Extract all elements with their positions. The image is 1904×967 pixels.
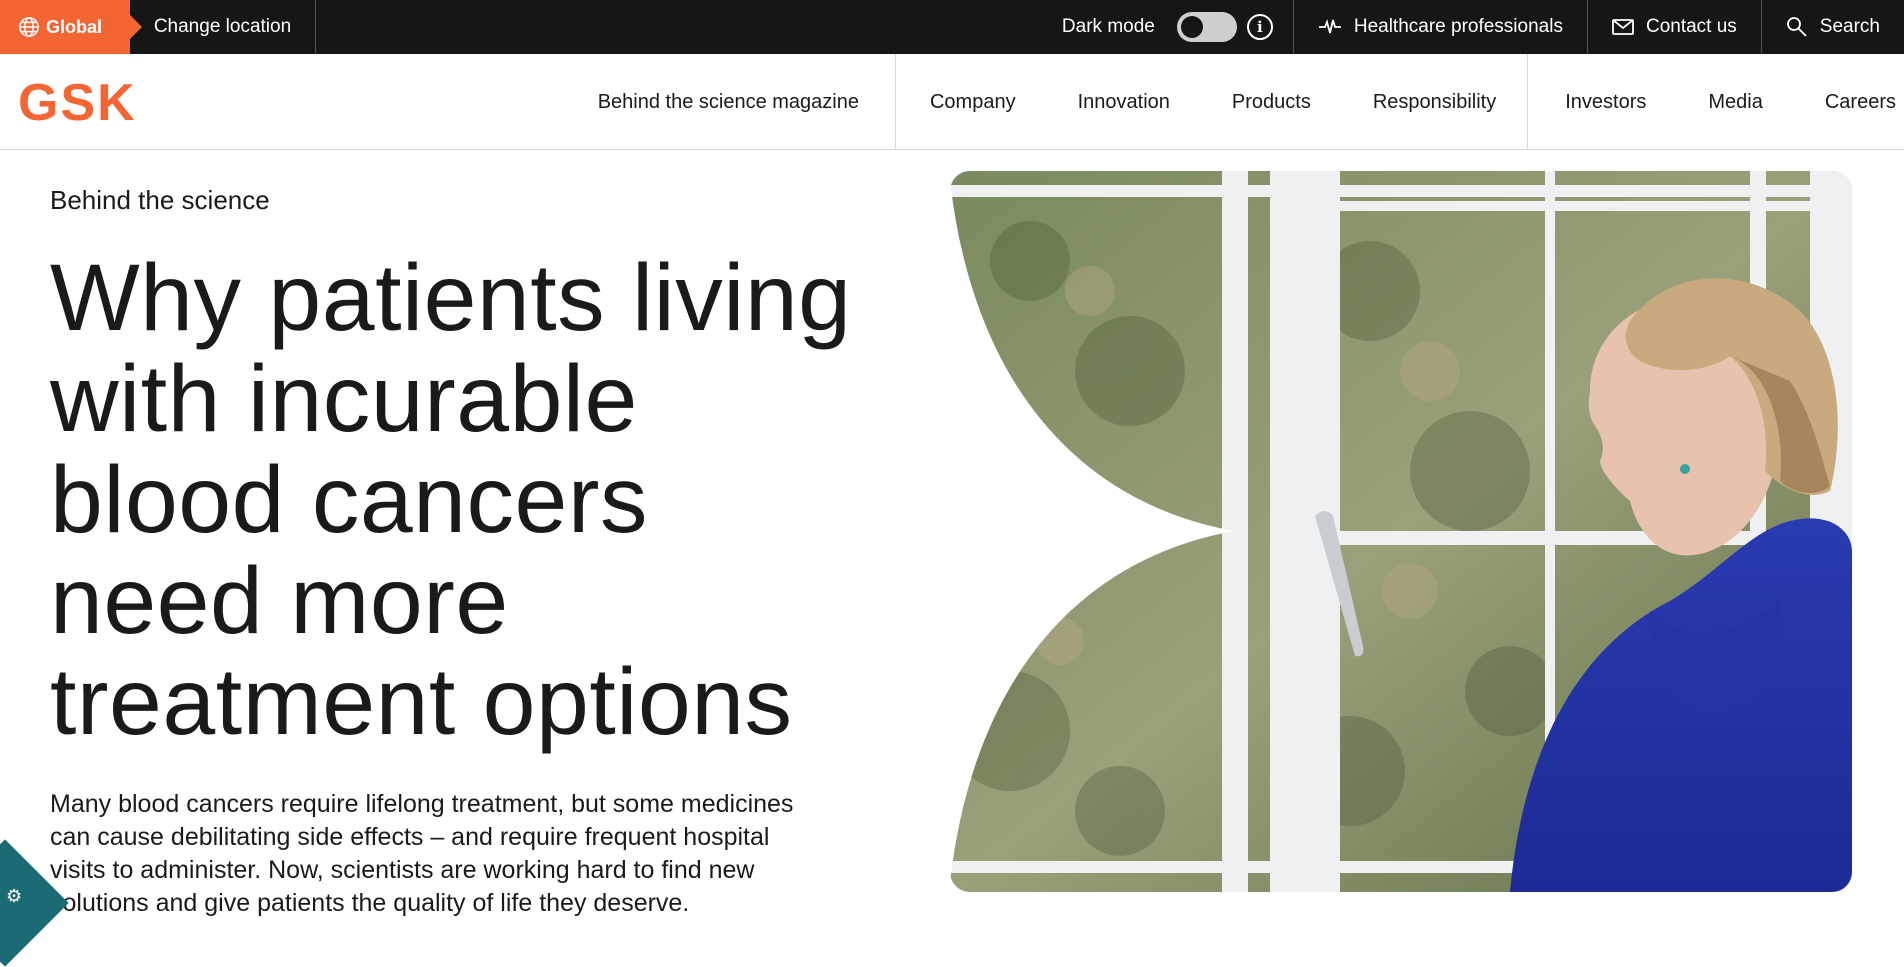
search-label: Search <box>1819 16 1880 37</box>
logo-text: GSK <box>18 80 137 124</box>
dark-mode-control: Dark mode i <box>1038 0 1293 54</box>
article-category[interactable]: Behind the science <box>50 185 270 216</box>
hero-image <box>950 171 1852 892</box>
search-button[interactable]: Search <box>1760 0 1904 54</box>
intro-line: solutions and give patients the quality … <box>50 889 690 917</box>
contact-us-link[interactable]: Contact us <box>1586 0 1761 54</box>
intro-line: can cause debilitating side effects – an… <box>50 823 770 851</box>
gsk-logo[interactable]: GSK <box>18 80 152 124</box>
nav-item-media[interactable]: Media <box>1677 54 1793 150</box>
headline-line: Why patients living <box>50 245 852 351</box>
search-icon <box>1786 17 1807 37</box>
utility-bar: Global Change location Dark mode i Healt… <box>0 0 1904 54</box>
nav-item-behind-the-science-magazine[interactable]: Behind the science magazine <box>598 54 895 150</box>
nav-links: Behind the science magazine Company Inno… <box>598 54 1904 150</box>
healthcare-professionals-link[interactable]: Healthcare professionals <box>1292 0 1587 54</box>
nav-item-products[interactable]: Products <box>1201 54 1342 150</box>
global-label: Global <box>46 16 103 37</box>
dark-mode-label: Dark mode <box>1061 16 1155 37</box>
headline-line: need more <box>50 548 509 654</box>
headline-line: blood cancers <box>50 447 648 553</box>
gear-icon: ⚙ <box>6 886 23 906</box>
nav-item-responsibility[interactable]: Responsibility <box>1342 54 1527 150</box>
nav-item-innovation[interactable]: Innovation <box>1047 54 1201 150</box>
envelope-icon <box>1612 19 1634 35</box>
hero-photo-woman-at-window <box>950 171 1852 892</box>
info-icon[interactable]: i <box>1246 14 1273 40</box>
article-headline: Why patients living with incurable blood… <box>50 248 930 753</box>
nav-item-company[interactable]: Company <box>896 54 1047 150</box>
intro-line: Many blood cancers require lifelong trea… <box>50 790 794 818</box>
nav-item-careers[interactable]: Careers <box>1794 54 1904 150</box>
headline-line: treatment options <box>50 649 793 755</box>
nav-item-investors[interactable]: Investors <box>1528 54 1677 150</box>
dark-mode-toggle[interactable] <box>1176 12 1237 42</box>
healthcare-professionals-label: Healthcare professionals <box>1353 16 1563 37</box>
headline-line: with incurable <box>50 346 638 452</box>
intro-line: visits to administer. Now, scientists ar… <box>50 856 755 884</box>
global-location-tab[interactable]: Global <box>0 0 142 54</box>
change-location-link[interactable]: Change location <box>130 0 316 54</box>
globe-icon <box>19 17 39 37</box>
article-intro: Many blood cancers require lifelong trea… <box>50 788 890 920</box>
main-navigation: GSK Behind the science magazine Company … <box>0 54 1904 150</box>
contact-us-label: Contact us <box>1645 16 1737 37</box>
heartbeat-icon <box>1318 19 1341 34</box>
